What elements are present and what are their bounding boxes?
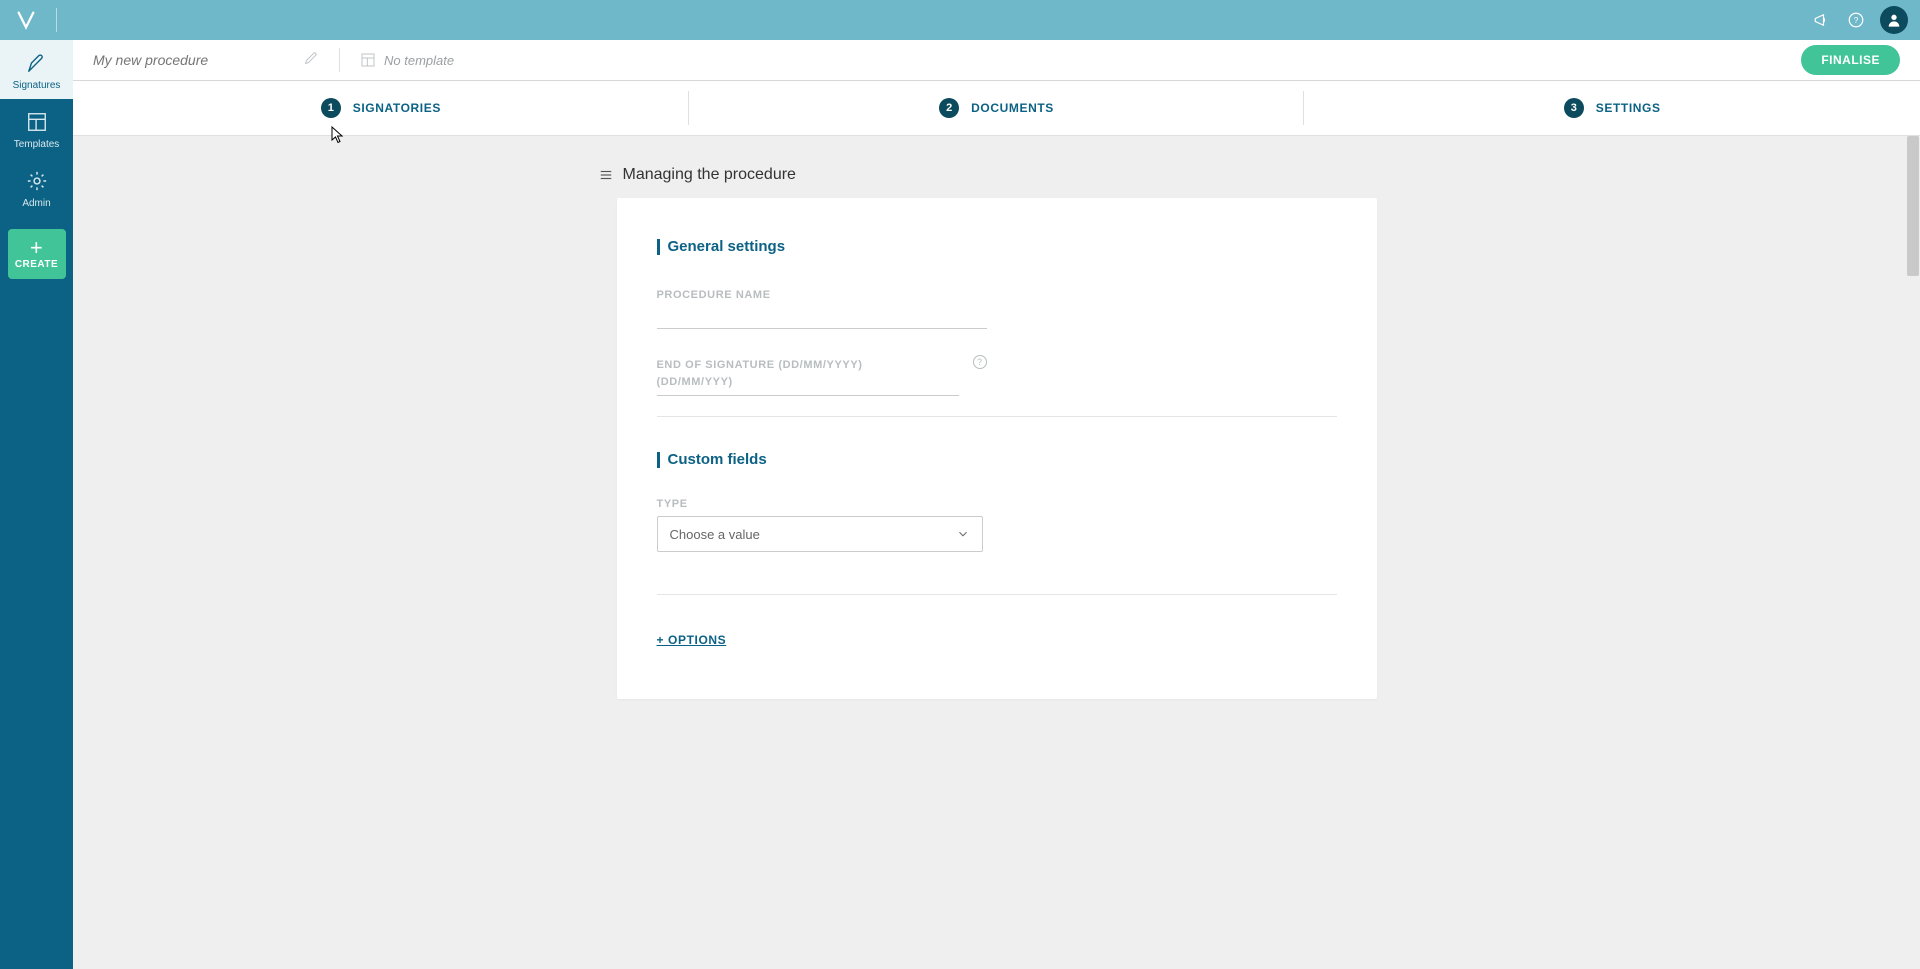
type-select-value: Choose a value [670, 527, 760, 542]
type-label: TYPE [657, 498, 1337, 510]
section-title: Managing the procedure [623, 166, 796, 184]
custom-fields-header: Custom fields [657, 451, 1337, 468]
step-number: 1 [321, 98, 341, 118]
plus-icon: + [30, 239, 43, 257]
main-scroll[interactable]: Managing the procedure General settings … [73, 136, 1920, 969]
template-icon [360, 52, 376, 68]
procedure-name-field: PROCEDURE NAME [657, 285, 987, 329]
header-bar [657, 239, 660, 255]
end-signature-label: END OF SIGNATURE (DD/MM/YYYY) [657, 359, 863, 371]
step-label: SETTINGS [1596, 101, 1661, 115]
topbar-separator [56, 8, 57, 32]
step-number: 3 [1564, 98, 1584, 118]
finalise-button[interactable]: FINALISE [1801, 45, 1900, 75]
menu-icon [599, 168, 613, 182]
step-number: 2 [939, 98, 959, 118]
user-avatar[interactable] [1880, 6, 1908, 34]
help-icon[interactable]: ? [1846, 10, 1866, 30]
step-documents[interactable]: 2 DOCUMENTS [689, 81, 1305, 135]
help-tooltip-icon[interactable]: ? [973, 355, 987, 369]
stepper: 1 SIGNATORIES 2 DOCUMENTS 3 SETTINGS [73, 81, 1920, 136]
app-logo[interactable] [12, 6, 40, 34]
create-label: CREATE [15, 259, 58, 270]
header-separator [339, 48, 340, 72]
template-label-text: No template [384, 53, 454, 68]
template-indicator[interactable]: No template [360, 52, 454, 68]
sidebar-item-templates[interactable]: Templates [0, 99, 73, 158]
sidebar-item-signatures[interactable]: Signatures [0, 40, 73, 99]
user-icon [1886, 12, 1902, 28]
gear-icon [24, 168, 50, 194]
general-settings-header: General settings [657, 238, 1337, 255]
content-area: No template FINALISE 1 SIGNATORIES 2 DOC… [73, 40, 1920, 969]
end-signature-field: END OF SIGNATURE (DD/MM/YYYY) (DD/MM/YYY… [657, 355, 959, 390]
create-button[interactable]: + CREATE [8, 229, 66, 279]
svg-text:?: ? [1854, 16, 1859, 25]
chevron-down-icon [956, 527, 970, 541]
procedure-name-label: PROCEDURE NAME [657, 289, 771, 301]
options-link[interactable]: + OPTIONS [657, 633, 727, 647]
layout-icon [24, 109, 50, 135]
procedure-name-input[interactable] [657, 303, 987, 329]
announcement-icon[interactable] [1812, 10, 1832, 30]
type-select[interactable]: Choose a value [657, 516, 983, 552]
end-signature-sublabel: (DD/MM/YYY) [657, 376, 959, 388]
procedure-header: No template FINALISE [73, 40, 1920, 81]
divider [657, 594, 1337, 595]
section-header: Managing the procedure [599, 166, 1377, 184]
divider [657, 416, 1337, 417]
sidebar-item-admin[interactable]: Admin [0, 158, 73, 217]
top-bar: ? [0, 0, 1920, 40]
step-label: SIGNATORIES [353, 101, 441, 115]
step-signatories[interactable]: 1 SIGNATORIES [73, 81, 689, 135]
header-bar [657, 452, 660, 468]
step-settings[interactable]: 3 SETTINGS [1304, 81, 1920, 135]
logo-icon [15, 9, 37, 31]
settings-card: General settings PROCEDURE NAME END OF S… [617, 198, 1377, 699]
scrollbar[interactable] [1907, 136, 1919, 276]
sidebar-item-label: Signatures [13, 80, 61, 91]
sidebar-item-label: Admin [22, 198, 50, 209]
edit-title-icon[interactable] [303, 50, 319, 71]
step-label: DOCUMENTS [971, 101, 1054, 115]
sidebar-item-label: Templates [14, 139, 60, 150]
procedure-title-input[interactable] [93, 52, 293, 68]
pen-icon [24, 50, 50, 76]
sidebar: Signatures Templates Admin + CREATE [0, 40, 73, 969]
